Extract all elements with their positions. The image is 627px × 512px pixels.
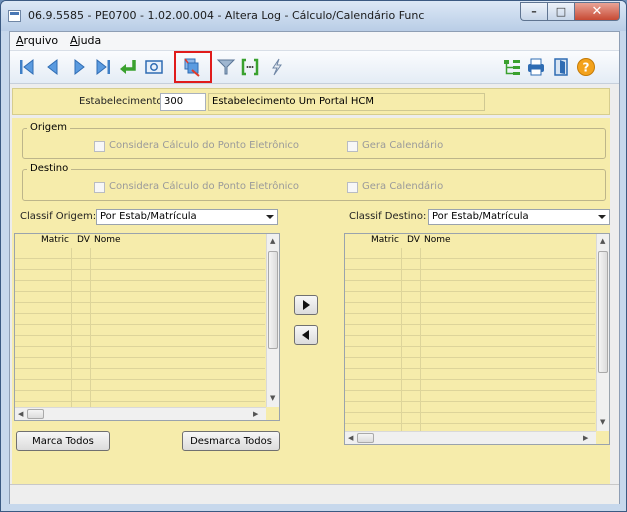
column-header[interactable]: Matric — [371, 235, 399, 245]
classif-origem-label: Classif Origem: — [20, 211, 97, 222]
main-form-panel: Origem Considera Cálculo do Ponto Eletrô… — [12, 118, 610, 500]
status-bar — [10, 484, 619, 504]
content-area: Estabelecimento: 300 Estabelecimento Um … — [10, 84, 619, 500]
menu-bar: Arquivo Ajuda — [10, 32, 619, 50]
marca-todos-button[interactable]: Marca Todos — [16, 431, 110, 451]
menu-ajuda[interactable]: Ajuda — [70, 34, 101, 47]
help-icon[interactable]: ? — [576, 57, 596, 77]
origem-calc-label: Considera Cálculo do Ponto Eletrônico — [109, 140, 300, 151]
destino-group-title: Destino — [27, 163, 72, 174]
destino-calc-checkbox[interactable] — [94, 182, 105, 193]
menu-arquivo-mnemonic: A — [16, 34, 24, 47]
classif-destino-value: Por Estab/Matrícula — [432, 211, 529, 222]
column-header[interactable]: DV — [407, 235, 420, 245]
column-header[interactable]: Nome — [424, 235, 451, 245]
classif-destino-label: Classif Destino: — [349, 211, 427, 222]
scroll-thumb[interactable] — [27, 409, 44, 419]
origem-group-title: Origem — [27, 122, 71, 133]
exit-icon[interactable] — [551, 57, 571, 77]
classif-origem-select[interactable]: Por Estab/Matrícula — [96, 209, 278, 225]
lightning-icon[interactable] — [267, 57, 287, 77]
origem-grid-header: Matric DV Nome — [15, 234, 265, 248]
scroll-thumb[interactable] — [268, 251, 278, 349]
toolbar-highlight — [174, 51, 212, 83]
chevron-down-icon — [266, 215, 274, 219]
column-header[interactable]: Matric — [41, 235, 69, 245]
destino-horizontal-scrollbar[interactable]: ◀ ▶ — [345, 431, 596, 444]
filter-icon[interactable] — [216, 57, 236, 77]
destino-group: Destino Considera Cálculo do Ponto Eletr… — [22, 163, 606, 201]
arrow-left-icon — [302, 330, 309, 340]
destino-vertical-scrollbar[interactable]: ▲ ▼ — [596, 234, 609, 431]
destino-grid[interactable]: Matric DV Nome ▲ ▼ ◀ ▶ — [344, 233, 610, 445]
scroll-thumb[interactable] — [357, 433, 374, 443]
scroll-left-icon[interactable]: ◀ — [18, 410, 23, 418]
last-icon[interactable] — [93, 57, 113, 77]
classif-destino-select[interactable]: Por Estab/Matrícula — [428, 209, 610, 225]
app-icon[interactable] — [8, 10, 21, 22]
add-to-destination-button[interactable] — [294, 295, 318, 315]
next-icon[interactable] — [69, 57, 89, 77]
origem-vertical-scrollbar[interactable]: ▲ ▼ — [266, 234, 279, 407]
first-icon[interactable] — [17, 57, 37, 77]
destino-grid-lines — [345, 248, 595, 432]
origem-grid-lines — [15, 248, 265, 408]
estabelecimento-code-field[interactable]: 300 — [160, 93, 206, 111]
origem-cal-checkbox[interactable] — [347, 141, 358, 152]
scroll-up-icon[interactable]: ▲ — [270, 237, 275, 245]
scroll-right-icon[interactable]: ▶ — [253, 410, 258, 418]
go-to-icon[interactable] — [118, 57, 138, 77]
scroll-right-icon[interactable]: ▶ — [583, 434, 588, 442]
scroll-down-icon[interactable]: ▼ — [270, 394, 275, 402]
print-icon[interactable] — [526, 57, 546, 77]
minimize-button[interactable]: – — [520, 2, 547, 21]
window-title: 06.9.5585 - PE0700 - 1.02.00.004 - Alter… — [28, 9, 425, 22]
scroll-up-icon[interactable]: ▲ — [600, 237, 605, 245]
destino-cal-label: Gera Calendário — [362, 181, 444, 192]
scroll-down-icon[interactable]: ▼ — [600, 418, 605, 426]
estabelecimento-panel: Estabelecimento: 300 Estabelecimento Um … — [12, 88, 610, 115]
menu-arquivo-label: rquivo — [23, 34, 59, 47]
classif-origem-value: Por Estab/Matrícula — [100, 211, 197, 222]
tree-icon[interactable] — [502, 57, 522, 77]
destino-calc-label: Considera Cálculo do Ponto Eletrônico — [109, 181, 300, 192]
destino-cal-checkbox[interactable] — [347, 182, 358, 193]
menu-ajuda-label: juda — [77, 34, 102, 47]
menu-ajuda-mnemonic: A — [70, 34, 78, 47]
origem-grid[interactable]: Matric DV Nome ▲ ▼ ◀ ▶ — [14, 233, 280, 421]
origem-group: Origem Considera Cálculo do Ponto Eletrô… — [22, 122, 606, 159]
chevron-down-icon — [598, 215, 606, 219]
estabelecimento-label: Estabelecimento: — [79, 96, 166, 107]
application-window: 06.9.5585 - PE0700 - 1.02.00.004 - Alter… — [0, 0, 627, 512]
client-area: Arquivo Ajuda ? Estabelecimento: 300 Est… — [9, 31, 620, 504]
svg-text:?: ? — [583, 61, 590, 75]
prev-icon[interactable] — [43, 57, 63, 77]
scroll-left-icon[interactable]: ◀ — [348, 434, 353, 442]
title-bar[interactable]: 06.9.5585 - PE0700 - 1.02.00.004 - Alter… — [1, 1, 626, 31]
menu-arquivo[interactable]: Arquivo — [16, 34, 58, 47]
remove-from-destination-button[interactable] — [294, 325, 318, 345]
window-controls: – □ ✕ — [520, 2, 620, 22]
toolbar: ? — [10, 50, 619, 84]
origem-cal-label: Gera Calendário — [362, 140, 444, 151]
origem-calc-checkbox[interactable] — [94, 141, 105, 152]
bracket-icon[interactable] — [240, 57, 260, 77]
search-icon[interactable] — [144, 57, 164, 77]
column-header[interactable]: DV — [77, 235, 90, 245]
estabelecimento-name-field: Estabelecimento Um Portal HCM — [208, 93, 485, 111]
destino-grid-header: Matric DV Nome — [345, 234, 595, 248]
close-button[interactable]: ✕ — [574, 2, 620, 21]
origem-horizontal-scrollbar[interactable]: ◀ ▶ — [15, 407, 266, 420]
arrow-right-icon — [303, 300, 310, 310]
maximize-button[interactable]: □ — [547, 2, 574, 21]
scroll-thumb[interactable] — [598, 251, 608, 373]
desmarca-todos-button[interactable]: Desmarca Todos — [182, 431, 280, 451]
column-header[interactable]: Nome — [94, 235, 121, 245]
